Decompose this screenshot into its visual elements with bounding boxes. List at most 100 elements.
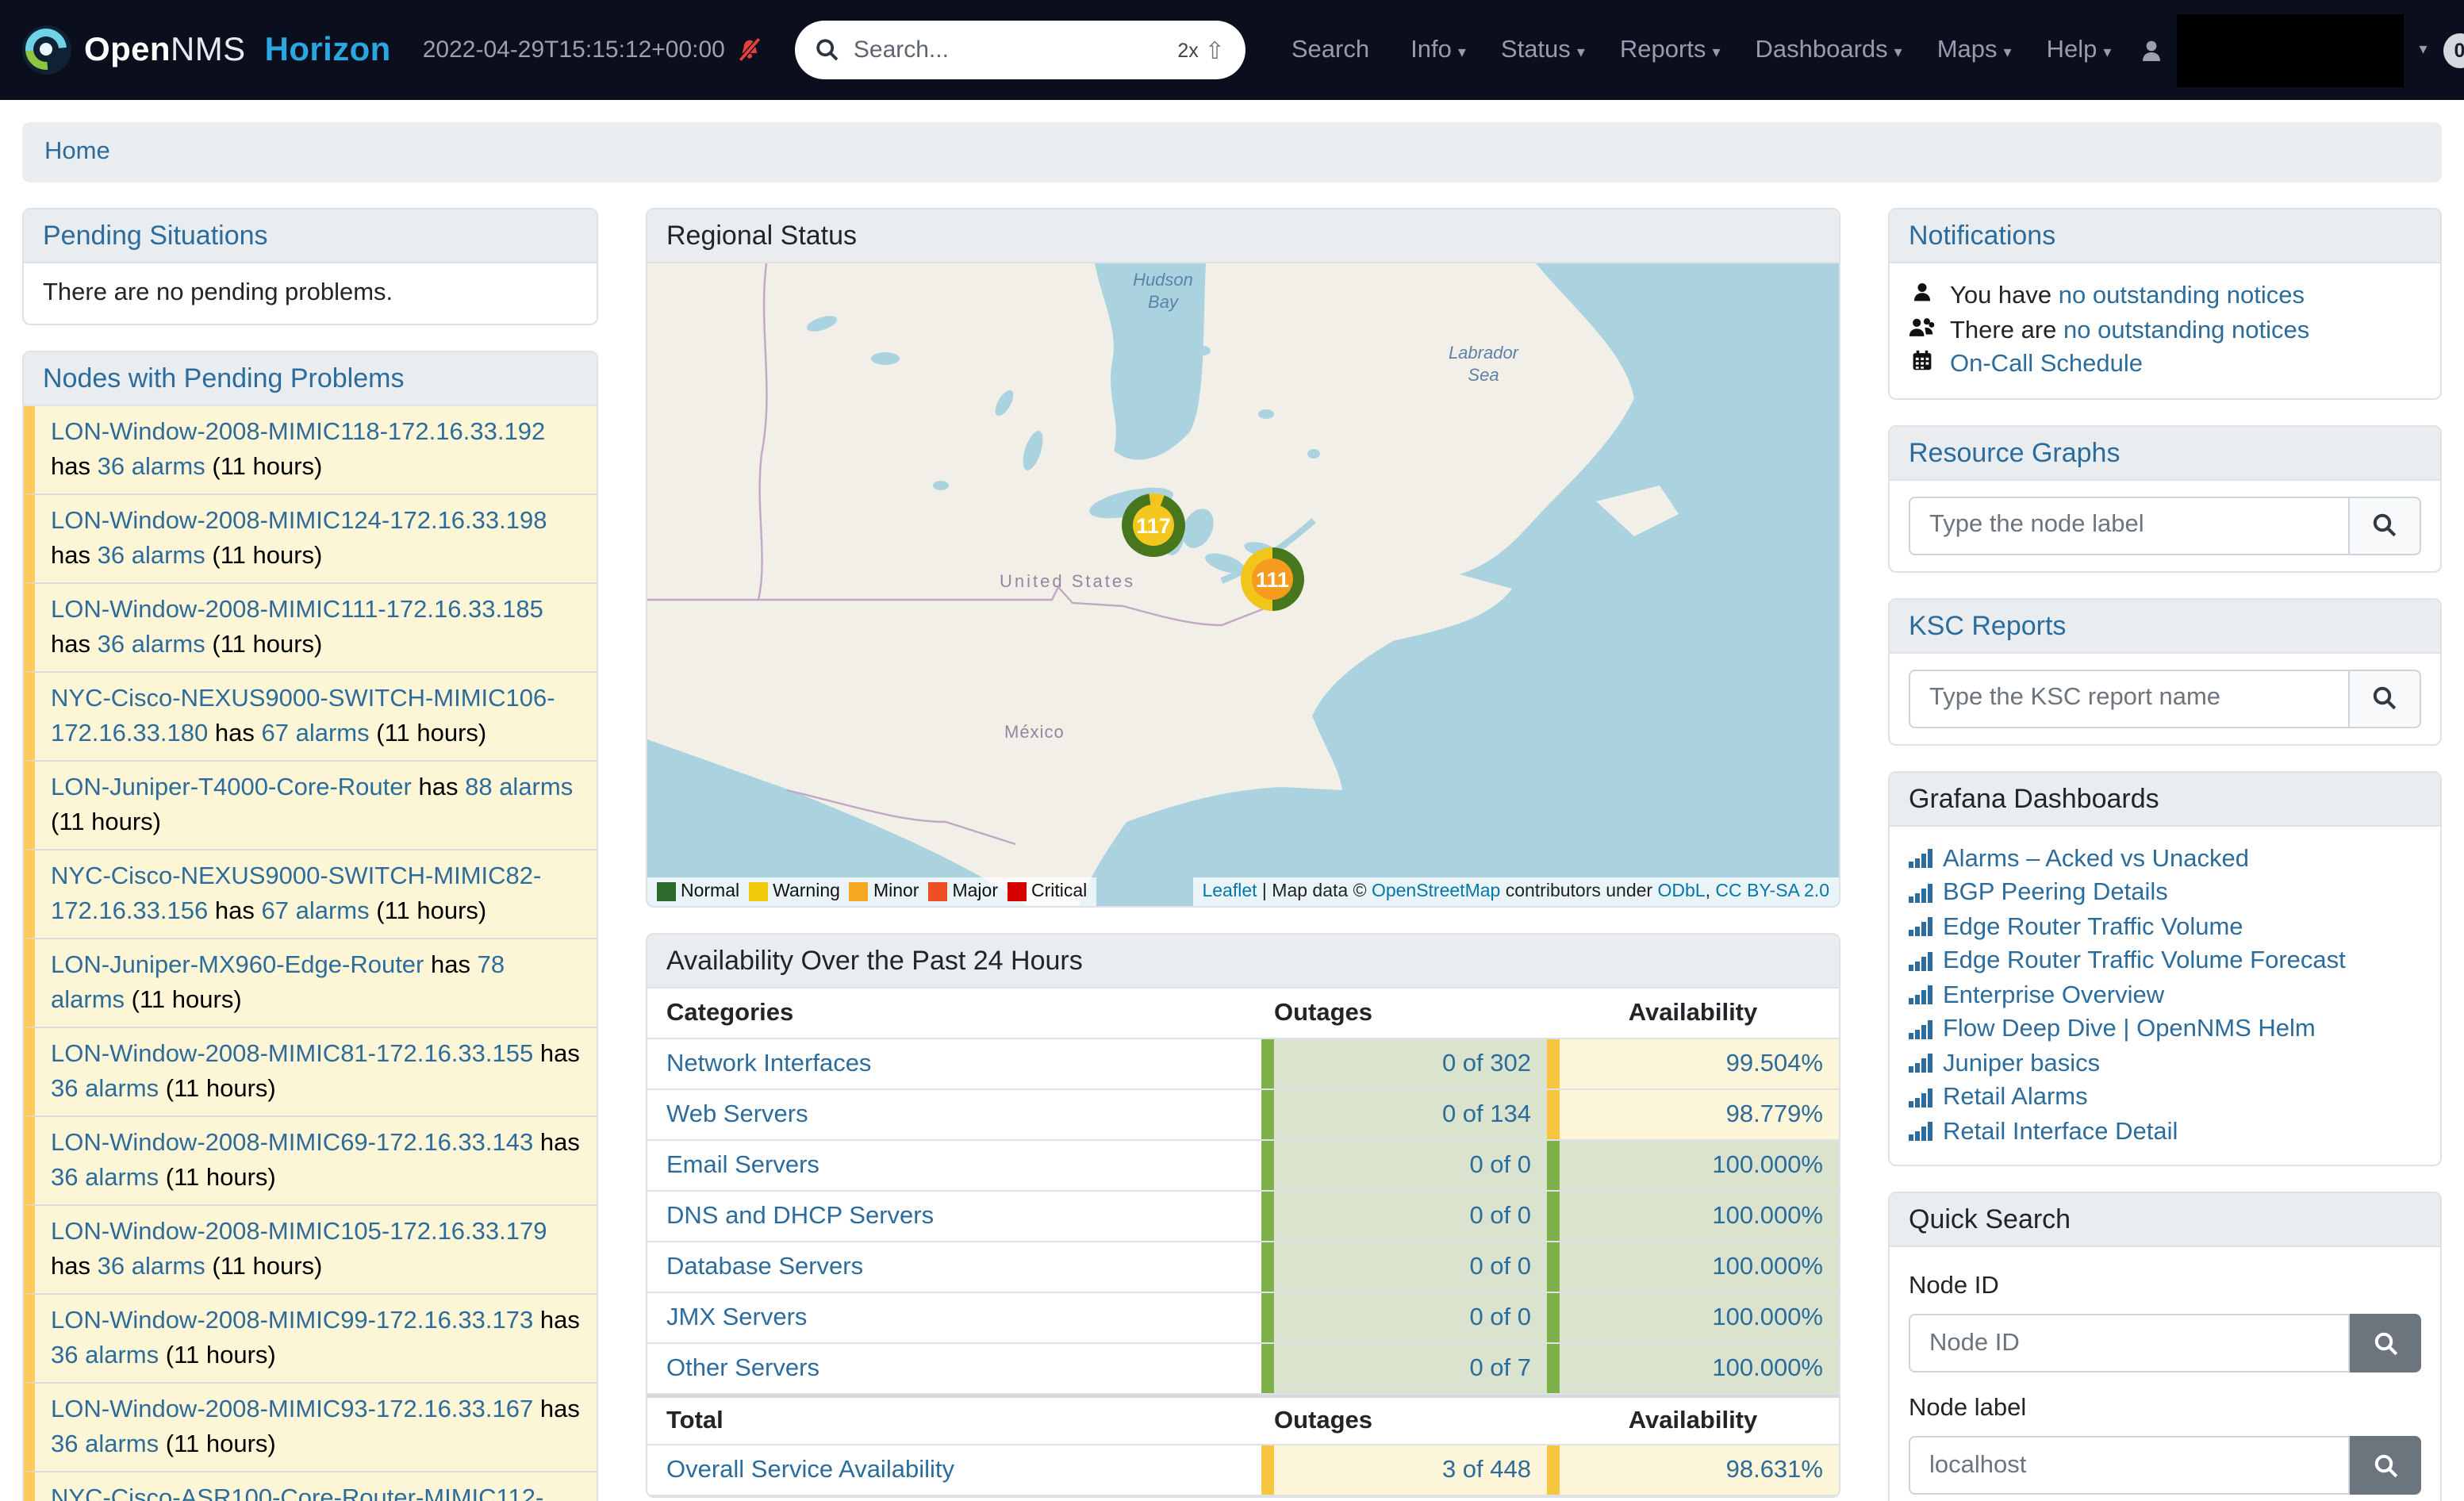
notice-count-badge[interactable]: 0 <box>2443 33 2464 67</box>
alarms-link[interactable]: 36 alarms <box>98 542 205 569</box>
category-link[interactable]: Other Servers <box>666 1354 819 1383</box>
node-id-search-button[interactable] <box>2350 1314 2421 1372</box>
bar-chart-icon <box>1909 1054 1932 1073</box>
resource-graphs-input[interactable] <box>1909 496 2350 555</box>
list-item: Edge Router Traffic Volume Forecast <box>1909 944 2421 978</box>
menu-item[interactable]: Status▾ <box>1483 36 1602 64</box>
user-icon <box>2138 37 2163 63</box>
alarms-link[interactable]: 36 alarms <box>51 1342 159 1369</box>
menu-item[interactable]: Search <box>1274 36 1393 64</box>
list-item: LON-Window-2008-MIMIC118-172.16.33.192 h… <box>24 406 597 493</box>
chevron-down-icon[interactable]: ▾ <box>2419 41 2427 59</box>
grafana-dashboard-link[interactable]: Retail Interface Detail <box>1943 1115 2178 1149</box>
category-link[interactable]: Network Interfaces <box>666 1050 871 1078</box>
outages-cell: 3 of 448 <box>1261 1445 1547 1495</box>
grafana-dashboard-link[interactable]: Enterprise Overview <box>1943 978 2164 1012</box>
node-label-input[interactable] <box>1909 1436 2350 1495</box>
table-row: Other Servers 0 of 7 100.000% <box>647 1344 1839 1395</box>
availability-title: Availability Over the Past 24 Hours <box>647 935 1839 989</box>
grafana-dashboard-link[interactable]: Edge Router Traffic Volume <box>1943 910 2243 944</box>
breadcrumb-home-link[interactable]: Home <box>44 138 110 165</box>
menu-item[interactable]: Info▾ <box>1393 36 1483 64</box>
notifications-off-icon <box>736 36 763 63</box>
search-input[interactable] <box>854 36 1163 63</box>
grafana-dashboard-link[interactable]: Flow Deep Dive | OpenNMS Helm <box>1943 1012 2316 1046</box>
menu-item[interactable]: Dashboards▾ <box>1738 36 1920 64</box>
alarms-link[interactable]: 36 alarms <box>51 1430 159 1457</box>
user-notices-link[interactable]: no outstanding notices <box>2059 282 2305 309</box>
node-link[interactable]: LON-Window-2008-MIMIC93-172.16.33.167 <box>51 1396 533 1423</box>
node-link[interactable]: LON-Window-2008-MIMIC111-172.16.33.185 <box>51 597 543 624</box>
menu-item[interactable]: Reports▾ <box>1602 36 1738 64</box>
category-link[interactable]: JMX Servers <box>666 1303 807 1332</box>
node-link[interactable]: LON-Window-2008-MIMIC124-172.16.33.198 <box>51 508 547 535</box>
map-label-mexico: México <box>1004 724 1065 743</box>
alarms-link[interactable]: 67 alarms <box>262 897 370 924</box>
map-cluster-marker[interactable]: 117 <box>1122 493 1185 557</box>
outages-cell: 0 of 0 <box>1261 1192 1547 1241</box>
odbl-link[interactable]: ODbL <box>1658 882 1706 901</box>
availability-table: Categories Outages Availability Network … <box>647 989 1839 1496</box>
node-link[interactable]: LON-Window-2008-MIMIC81-172.16.33.155 <box>51 1041 533 1068</box>
list-item: BGP Peering Details <box>1909 876 2421 910</box>
node-label-search-button[interactable] <box>2350 1436 2421 1495</box>
legend-item: Major <box>928 882 998 901</box>
osm-link[interactable]: OpenStreetMap <box>1372 882 1500 901</box>
resource-graphs-search-button[interactable] <box>2350 496 2421 555</box>
brand[interactable]: OpenNMS Horizon <box>22 25 391 75</box>
category-link[interactable]: Database Servers <box>666 1253 863 1281</box>
map-label-labrador-sea: LabradorSea <box>1433 343 1534 387</box>
table-row: Network Interfaces 0 of 302 99.504% <box>647 1039 1839 1090</box>
category-link[interactable]: Email Servers <box>666 1151 819 1180</box>
redacted-username[interactable] <box>2176 13 2403 86</box>
ksc-report-input[interactable] <box>1909 669 2350 727</box>
node-link[interactable]: NYC-Cisco-ASR100-Core-Router-MIMIC112-17… <box>51 1485 543 1501</box>
alarms-link[interactable]: 36 alarms <box>51 1164 159 1191</box>
node-id-input[interactable] <box>1909 1314 2350 1372</box>
node-link[interactable]: LON-Window-2008-MIMIC105-172.16.33.179 <box>51 1219 547 1246</box>
bar-chart-icon <box>1909 986 1932 1005</box>
grafana-dashboard-link[interactable]: BGP Peering Details <box>1943 876 2168 910</box>
duration-text: (11 hours) <box>212 1253 322 1280</box>
all-notices-link[interactable]: no outstanding notices <box>2063 317 2309 344</box>
map-label-united-states: United States <box>1000 573 1135 592</box>
quick-search-panel: Quick Search Node ID Node label <box>1888 1192 2442 1501</box>
list-item: LON-Juniper-T4000-Core-Router has 88 ala… <box>24 760 597 849</box>
overall-availability-link[interactable]: Overall Service Availability <box>666 1456 954 1484</box>
alarms-link[interactable]: 36 alarms <box>98 453 205 480</box>
leaflet-link[interactable]: Leaflet <box>1202 882 1257 901</box>
alarms-link[interactable]: 36 alarms <box>98 631 205 658</box>
grafana-dashboard-link[interactable]: Juniper basics <box>1943 1046 2100 1081</box>
duration-text: (11 hours) <box>166 1430 276 1457</box>
search-icon <box>816 38 839 62</box>
oncall-schedule-link[interactable]: On-Call Schedule <box>1950 347 2143 382</box>
menu-item[interactable]: Maps▾ <box>1920 36 2029 64</box>
list-item: Enterprise Overview <box>1909 978 2421 1012</box>
users-group-icon <box>1909 313 1936 347</box>
alarms-link[interactable]: 67 alarms <box>262 720 370 747</box>
node-link[interactable]: LON-Juniper-MX960-Edge-Router <box>51 952 424 979</box>
alarms-link[interactable]: 36 alarms <box>51 1075 159 1102</box>
ksc-report-search-button[interactable] <box>2350 669 2421 727</box>
regional-status-map[interactable]: HudsonBay LabradorSea United States Méxi… <box>647 263 1839 906</box>
node-link[interactable]: LON-Juniper-T4000-Core-Router <box>51 774 412 801</box>
menu-item[interactable]: Help▾ <box>2029 36 2129 64</box>
alarms-link[interactable]: 88 alarms <box>465 774 573 801</box>
list-item: LON-Window-2008-MIMIC124-172.16.33.198 h… <box>24 493 597 582</box>
grafana-dashboard-link[interactable]: Alarms – Acked vs Unacked <box>1943 842 2249 876</box>
grafana-dashboard-link[interactable]: Retail Alarms <box>1943 1081 2088 1115</box>
outages-cell: 0 of 134 <box>1261 1090 1547 1139</box>
map-cluster-marker[interactable]: 111 <box>1241 547 1304 611</box>
overall-availability-row: Overall Service Availability 3 of 448 98… <box>647 1445 1839 1496</box>
node-link[interactable]: LON-Window-2008-MIMIC69-172.16.33.143 <box>51 1130 533 1157</box>
search-icon <box>2373 1453 2398 1478</box>
alarms-link[interactable]: 36 alarms <box>98 1253 205 1280</box>
server-timestamp: 2022-04-29T15:15:12+00:00 <box>423 36 763 63</box>
category-link[interactable]: DNS and DHCP Servers <box>666 1202 934 1230</box>
grafana-dashboard-link[interactable]: Edge Router Traffic Volume Forecast <box>1943 944 2346 978</box>
node-link[interactable]: LON-Window-2008-MIMIC99-172.16.33.173 <box>51 1307 533 1334</box>
cc-link[interactable]: CC BY-SA 2.0 <box>1715 882 1829 901</box>
chevron-down-icon: ▾ <box>1458 44 1466 61</box>
category-link[interactable]: Web Servers <box>666 1100 808 1129</box>
node-link[interactable]: LON-Window-2008-MIMIC118-172.16.33.192 <box>51 419 545 446</box>
